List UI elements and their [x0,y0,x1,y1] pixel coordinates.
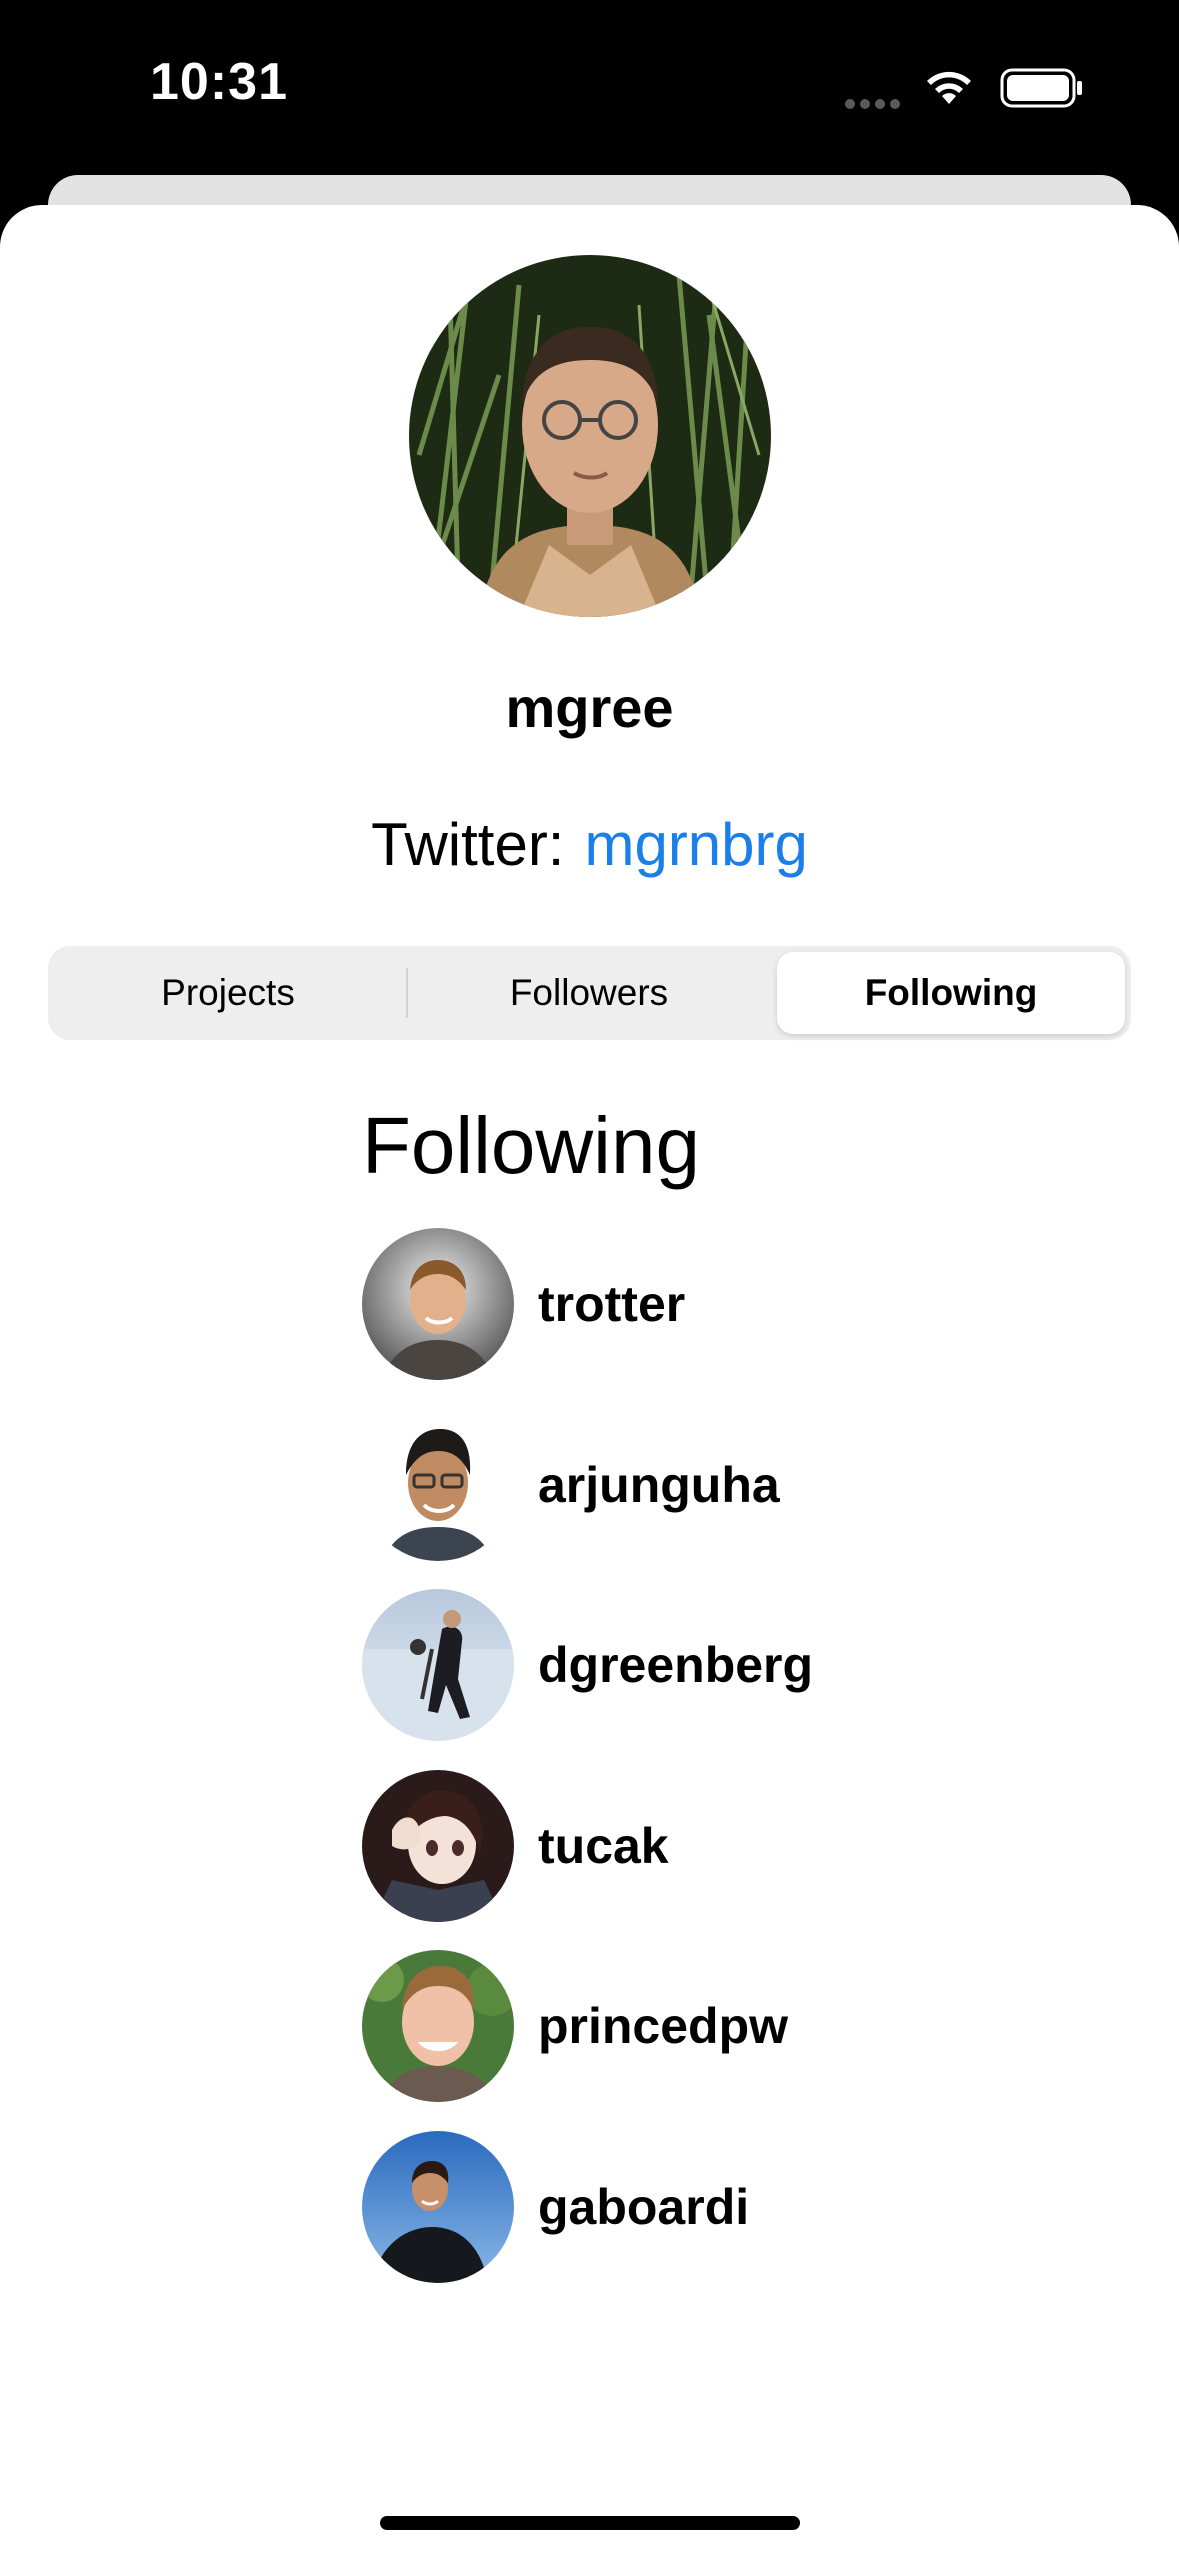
follow-username: gaboardi [538,2179,750,2235]
avatar [362,1950,514,2102]
follow-username: princedpw [538,1998,789,2054]
list-item-gaboardi[interactable]: gaboardi [362,2131,1062,2283]
follow-username: tucak [538,1818,669,1874]
status-time: 10:31 [150,53,288,111]
battery-icon [1000,68,1082,108]
list-item-tucak[interactable]: tucak [362,1770,1062,1922]
twitter-handle-link[interactable]: mgrnbrg [584,811,807,878]
status-bar: 10:31 [0,0,1179,175]
cellular-signal-icon [845,96,905,109]
list-item-arjunguha[interactable]: arjunguha [362,1409,1062,1561]
list-item-dgreenberg[interactable]: dgreenberg [362,1589,1062,1741]
list-item-princedpw[interactable]: princedpw [362,1950,1062,2102]
twitter-row: Twitter: mgrnbrg [0,810,1179,879]
avatar [362,1770,514,1922]
avatar [362,1589,514,1741]
tab-followers[interactable]: Followers [408,946,770,1040]
avatar [362,1409,514,1561]
wifi-icon [927,71,971,104]
follow-username: trotter [538,1276,686,1332]
profile-tabs-segmented-control: Projects Followers Following [48,946,1131,1040]
tab-projects[interactable]: Projects [48,946,408,1040]
profile-username: mgree [505,676,674,739]
follow-username: dgreenberg [538,1637,814,1693]
twitter-label: Twitter: [371,811,565,878]
list-item-trotter[interactable]: trotter [362,1228,1062,1380]
home-indicator[interactable] [380,2516,800,2530]
following-heading: Following [362,1101,700,1190]
follow-username: arjunguha [538,1457,780,1513]
profile-avatar [409,255,771,617]
avatar [362,2131,514,2283]
avatar [362,1228,514,1380]
tab-following[interactable]: Following [777,952,1125,1034]
